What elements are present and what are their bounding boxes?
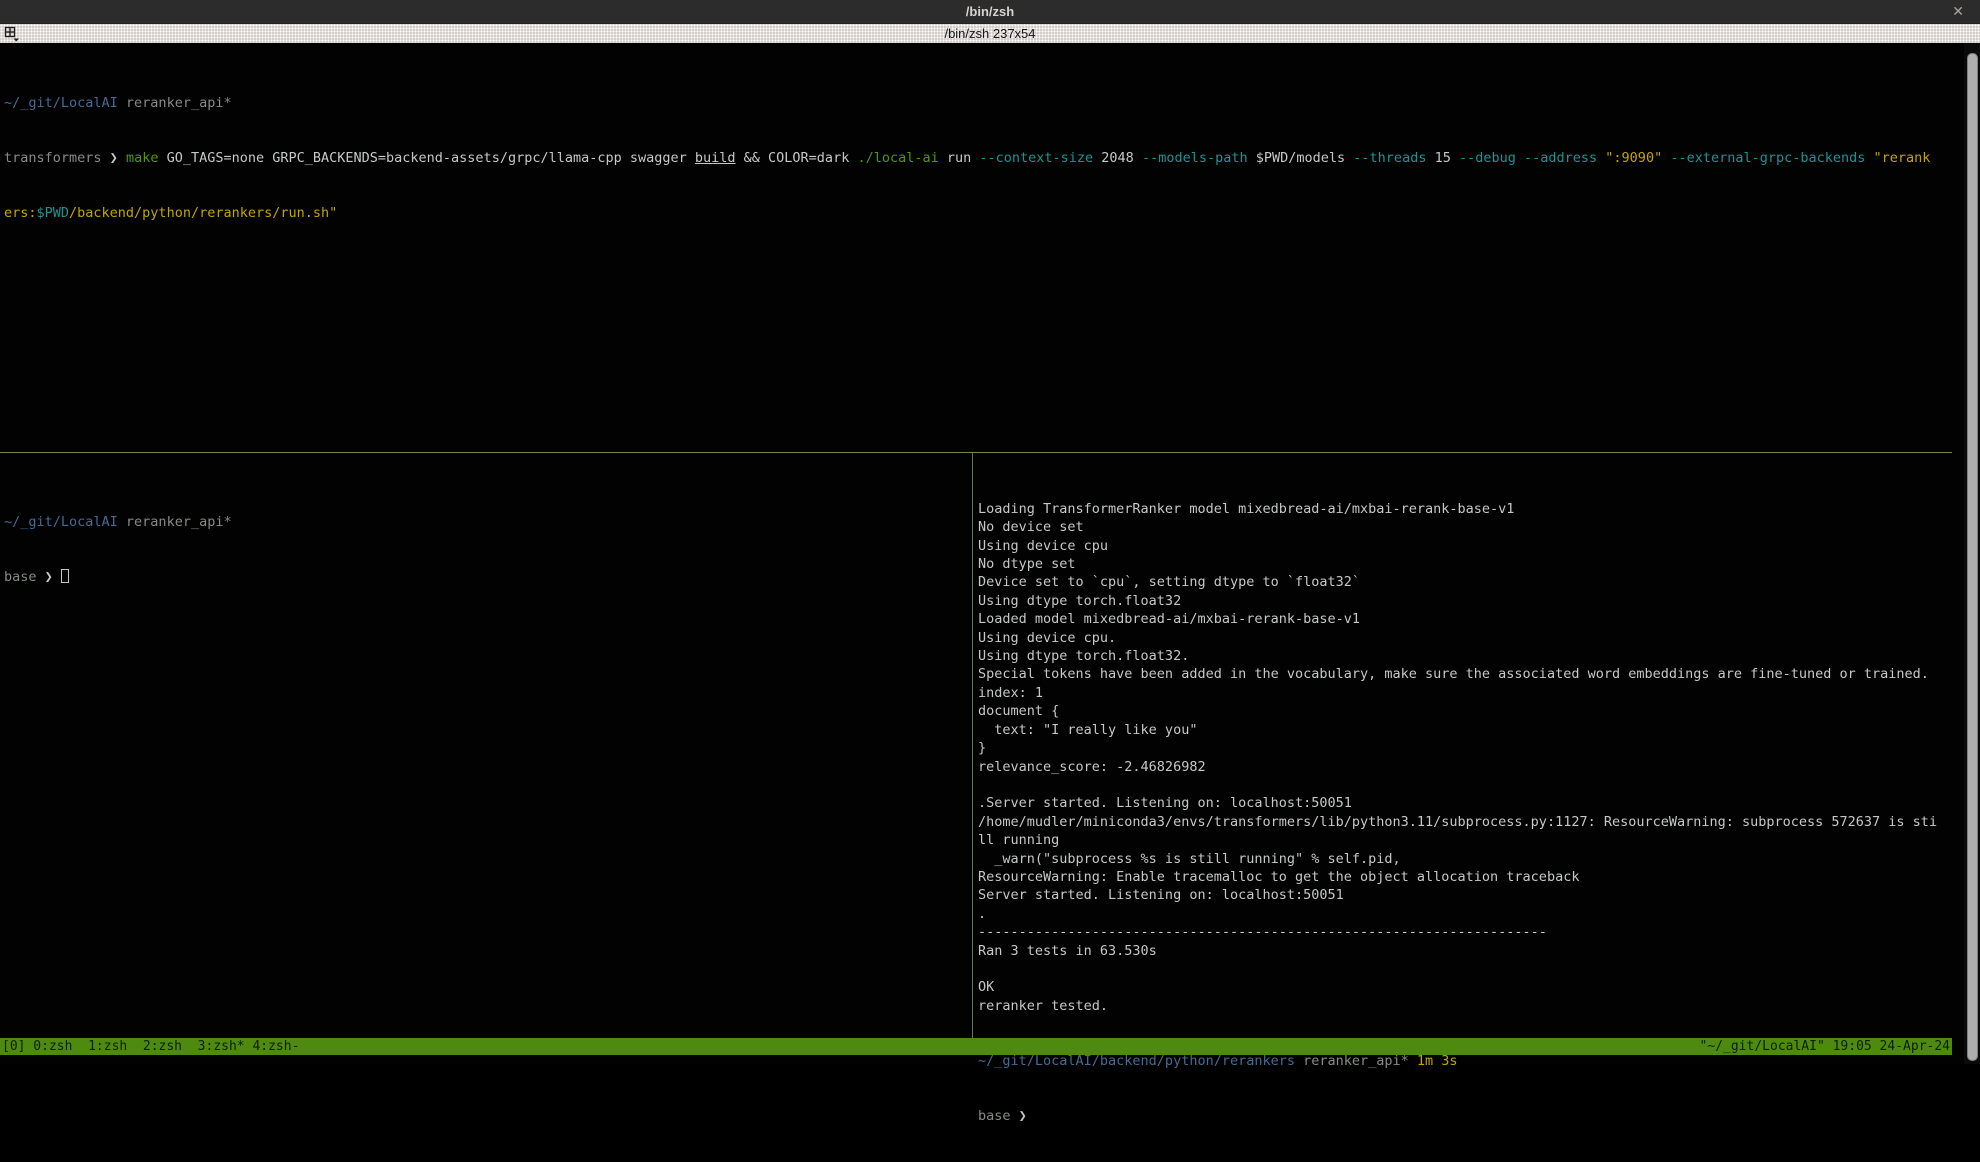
git-branch: reranker_api	[118, 514, 224, 530]
prompt-chevron: ❯	[45, 569, 61, 585]
titlebar[interactable]: /bin/zsh ✕	[0, 0, 1980, 24]
prompt-path: ~/_git/LocalAI/backend/python/rerankers	[978, 1053, 1295, 1069]
tmux-status-bar: [0] 0:zsh 1:zsh 2:zsh 3:zsh* 4:zsh- "~/_…	[0, 1038, 1952, 1055]
pane-top[interactable]: ~/_git/LocalAI reranker_api* transformer…	[4, 57, 1948, 259]
status-window-list[interactable]: [0] 0:zsh 1:zsh 2:zsh 3:zsh* 4:zsh-	[2, 1038, 299, 1055]
window-title: /bin/zsh	[966, 4, 1014, 19]
tab-bar[interactable]: /bin/zsh 237x54	[0, 24, 1980, 43]
terminal-window: /bin/zsh ✕ /bin/zsh 237x54 ~/_git/LocalA…	[0, 0, 1980, 1064]
cmd-args: GO_TAGS=none GRPC_BACKENDS=backend-asset…	[158, 150, 694, 166]
git-dirty-star: *	[223, 95, 231, 111]
shell-prompt-line: base ❯	[4, 568, 964, 586]
pane-divider-vertical[interactable]	[972, 452, 973, 1038]
value-context-size: 2048	[1093, 150, 1142, 166]
git-branch: reranker_api	[118, 95, 224, 111]
cmd-run: run	[939, 150, 980, 166]
cmd-operator: && COLOR=dark	[736, 150, 858, 166]
prompt-chevron: ❯	[1019, 1108, 1027, 1124]
prompt-path: ~/_git/LocalAI	[4, 514, 118, 530]
value-external-open: "rerank	[1865, 150, 1930, 166]
wrap-pre: ers:	[4, 205, 37, 221]
prompt-chevron: ❯	[110, 150, 126, 166]
git-prompt-line: ~/_git/LocalAI reranker_api*	[4, 513, 964, 531]
pane-bottom-right[interactable]: Loading TransformerRanker model mixedbre…	[978, 463, 1948, 1162]
command-line: transformers ❯ make GO_TAGS=none GRPC_BA…	[4, 149, 1948, 167]
pane-bottom-left[interactable]: ~/_git/LocalAI reranker_api* base ❯	[4, 476, 964, 623]
git-dirty-star: *	[1401, 1053, 1409, 1069]
status-session-info: "~/_git/LocalAI" 19:05 24-Apr-24	[1700, 1038, 1950, 1055]
cmd-local-ai: ./local-ai	[857, 150, 938, 166]
pane-divider-horizontal[interactable]	[0, 452, 1952, 453]
value-address: ":9090"	[1597, 150, 1670, 166]
close-icon[interactable]: ✕	[1952, 3, 1964, 20]
value-threads: 15	[1426, 150, 1459, 166]
prompt-path: ~/_git/LocalAI	[4, 95, 118, 111]
terminal-cursor	[61, 569, 69, 583]
flag-address: --address	[1524, 150, 1597, 166]
flag-threads: --threads	[1353, 150, 1426, 166]
scrollbar-thumb[interactable]	[1967, 53, 1978, 1061]
conda-env: transformers	[4, 150, 110, 166]
tab-title: /bin/zsh 237x54	[944, 26, 1035, 41]
flag-debug: --debug	[1459, 150, 1516, 166]
shell-prompt-line: base ❯	[978, 1107, 1948, 1125]
value-models-path: $PWD/models	[1248, 150, 1354, 166]
git-dirty-star: *	[223, 514, 231, 530]
command-line-wrap: ers:$PWD/backend/python/rerankers/run.sh…	[4, 204, 1948, 222]
flag-context-size: --context-size	[979, 150, 1093, 166]
command-duration: 1m 3s	[1409, 1053, 1458, 1069]
flag-models-path: --models-path	[1142, 150, 1248, 166]
space	[1516, 150, 1524, 166]
log-output: Loading TransformerRanker model mixedbre…	[978, 500, 1948, 1015]
conda-env: base	[4, 569, 45, 585]
git-branch: reranker_api	[1295, 1053, 1401, 1069]
wrap-post: /backend/python/rerankers/run.sh"	[69, 205, 337, 221]
scrollbar[interactable]	[1964, 43, 1980, 1064]
layout-grid-icon[interactable]	[4, 26, 20, 42]
terminal-area: ~/_git/LocalAI reranker_api* transformer…	[0, 43, 1980, 1064]
conda-env: base	[978, 1108, 1019, 1124]
wrap-pwd-var: $PWD	[37, 205, 70, 221]
flag-external-grpc-backends: --external-grpc-backends	[1670, 150, 1865, 166]
cmd-make: make	[126, 150, 159, 166]
git-prompt-line: ~/_git/LocalAI reranker_api*	[4, 94, 1948, 112]
cmd-build-target: build	[695, 150, 736, 166]
